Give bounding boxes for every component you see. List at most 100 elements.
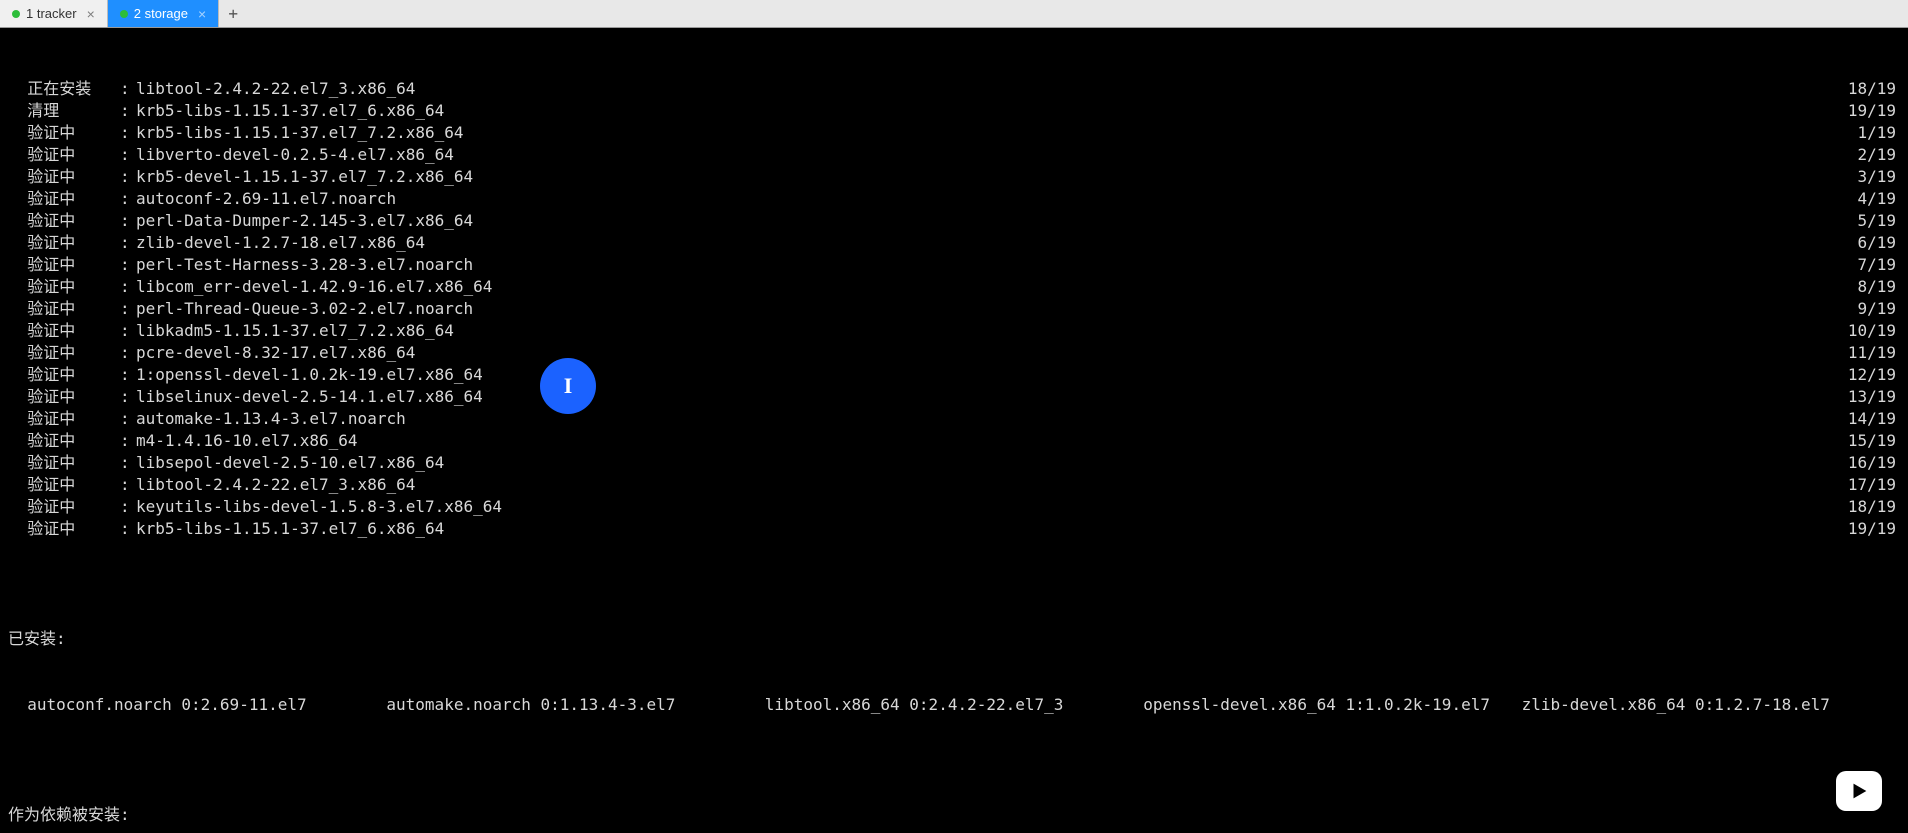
progress-line: 正在安装: libtool-2.4.2-22.el7_3.x86_6418/19 (8, 78, 1900, 100)
section-installed-items: autoconf.noarch 0:2.69-11.el7automake.no… (8, 694, 1900, 716)
progress-package: m4-1.4.16-10.el7.x86_64 (136, 430, 1836, 452)
package-entry: automake.noarch 0:1.13.4-3.el7 (386, 694, 764, 716)
progress-count: 14/19 (1836, 408, 1900, 430)
progress-count: 6/19 (1836, 232, 1900, 254)
progress-package: libtool-2.4.2-22.el7_3.x86_64 (136, 474, 1836, 496)
progress-line: 验证中: libcom_err-devel-1.42.9-16.el7.x86_… (8, 276, 1900, 298)
progress-label: 验证中 (8, 188, 120, 210)
progress-count: 19/19 (1836, 100, 1900, 122)
progress-label: 验证中 (8, 232, 120, 254)
progress-line: 验证中: libkadm5-1.15.1-37.el7_7.2.x86_6410… (8, 320, 1900, 342)
package-entry: libtool.x86_64 0:2.4.2-22.el7_3 (765, 694, 1143, 716)
progress-package: krb5-libs-1.15.1-37.el7_7.2.x86_64 (136, 122, 1836, 144)
progress-package: 1:openssl-devel-1.0.2k-19.el7.x86_64 (136, 364, 1836, 386)
progress-line: 验证中: autoconf-2.69-11.el7.noarch4/19 (8, 188, 1900, 210)
progress-count: 10/19 (1836, 320, 1900, 342)
package-entry: openssl-devel.x86_64 1:1.0.2k-19.el7 (1143, 694, 1521, 716)
progress-line: 验证中: pcre-devel-8.32-17.el7.x86_6411/19 (8, 342, 1900, 364)
progress-package: keyutils-libs-devel-1.5.8-3.el7.x86_64 (136, 496, 1836, 518)
progress-label: 验证中 (8, 496, 120, 518)
progress-package: zlib-devel-1.2.7-18.el7.x86_64 (136, 232, 1836, 254)
progress-package: perl-Test-Harness-3.28-3.el7.noarch (136, 254, 1836, 276)
status-dot-icon (12, 10, 20, 18)
progress-line: 验证中: libselinux-devel-2.5-14.1.el7.x86_6… (8, 386, 1900, 408)
terminal-content[interactable]: 正在安装: libtool-2.4.2-22.el7_3.x86_6418/19… (0, 28, 1908, 833)
progress-package: automake-1.13.4-3.el7.noarch (136, 408, 1836, 430)
progress-count: 18/19 (1836, 496, 1900, 518)
progress-line: 验证中: krb5-devel-1.15.1-37.el7_7.2.x86_64… (8, 166, 1900, 188)
progress-label: 验证中 (8, 276, 120, 298)
progress-label: 验证中 (8, 386, 120, 408)
progress-package: krb5-libs-1.15.1-37.el7_6.x86_64 (136, 100, 1836, 122)
progress-line: 验证中: libtool-2.4.2-22.el7_3.x86_6417/19 (8, 474, 1900, 496)
progress-label: 验证中 (8, 364, 120, 386)
progress-package: libcom_err-devel-1.42.9-16.el7.x86_64 (136, 276, 1836, 298)
progress-line: 验证中: libsepol-devel-2.5-10.el7.x86_6416/… (8, 452, 1900, 474)
progress-label: 正在安装 (8, 78, 120, 100)
progress-line: 验证中: krb5-libs-1.15.1-37.el7_7.2.x86_641… (8, 122, 1900, 144)
close-icon[interactable]: × (87, 6, 95, 22)
close-icon[interactable]: × (198, 6, 206, 22)
progress-count: 16/19 (1836, 452, 1900, 474)
progress-count: 8/19 (1836, 276, 1900, 298)
progress-label: 验证中 (8, 474, 120, 496)
video-play-icon[interactable] (1836, 771, 1882, 811)
progress-line: 验证中: krb5-libs-1.15.1-37.el7_6.x86_6419/… (8, 518, 1900, 540)
progress-line: 清理: krb5-libs-1.15.1-37.el7_6.x86_6419/1… (8, 100, 1900, 122)
progress-count: 5/19 (1836, 210, 1900, 232)
progress-package: pcre-devel-8.32-17.el7.x86_64 (136, 342, 1836, 364)
tab-label: 2 storage (134, 6, 188, 21)
progress-package: libverto-devel-0.2.5-4.el7.x86_64 (136, 144, 1836, 166)
progress-package: perl-Thread-Queue-3.02-2.el7.noarch (136, 298, 1836, 320)
progress-label: 验证中 (8, 144, 120, 166)
progress-label: 验证中 (8, 430, 120, 452)
progress-count: 18/19 (1836, 78, 1900, 100)
progress-label: 验证中 (8, 342, 120, 364)
progress-count: 12/19 (1836, 364, 1900, 386)
progress-line: 验证中: libverto-devel-0.2.5-4.el7.x86_642/… (8, 144, 1900, 166)
progress-line: 验证中: keyutils-libs-devel-1.5.8-3.el7.x86… (8, 496, 1900, 518)
tab-storage[interactable]: 2 storage × (108, 0, 219, 27)
progress-count: 4/19 (1836, 188, 1900, 210)
progress-label: 清理 (8, 100, 120, 122)
package-entry: autoconf.noarch 0:2.69-11.el7 (8, 694, 386, 716)
progress-line: 验证中: perl-Test-Harness-3.28-3.el7.noarch… (8, 254, 1900, 276)
tab-tracker[interactable]: 1 tracker × (0, 0, 108, 27)
progress-package: krb5-libs-1.15.1-37.el7_6.x86_64 (136, 518, 1836, 540)
progress-count: 3/19 (1836, 166, 1900, 188)
progress-package: krb5-devel-1.15.1-37.el7_7.2.x86_64 (136, 166, 1836, 188)
progress-label: 验证中 (8, 166, 120, 188)
tab-label: 1 tracker (26, 6, 77, 21)
status-dot-icon (120, 10, 128, 18)
progress-label: 验证中 (8, 320, 120, 342)
progress-line: 验证中: 1:openssl-devel-1.0.2k-19.el7.x86_6… (8, 364, 1900, 386)
progress-line: 验证中: perl-Data-Dumper-2.145-3.el7.x86_64… (8, 210, 1900, 232)
progress-line: 验证中: perl-Thread-Queue-3.02-2.el7.noarch… (8, 298, 1900, 320)
progress-label: 验证中 (8, 298, 120, 320)
progress-count: 17/19 (1836, 474, 1900, 496)
progress-package: libsepol-devel-2.5-10.el7.x86_64 (136, 452, 1836, 474)
progress-count: 19/19 (1836, 518, 1900, 540)
progress-label: 验证中 (8, 518, 120, 540)
progress-package: perl-Data-Dumper-2.145-3.el7.x86_64 (136, 210, 1836, 232)
progress-count: 7/19 (1836, 254, 1900, 276)
section-dep-installed-title: 作为依赖被安装: (8, 804, 1900, 826)
section-installed-title: 已安装: (8, 628, 1900, 650)
progress-package: libselinux-devel-2.5-14.1.el7.x86_64 (136, 386, 1836, 408)
progress-count: 2/19 (1836, 144, 1900, 166)
progress-count: 11/19 (1836, 342, 1900, 364)
progress-line: 验证中: automake-1.13.4-3.el7.noarch14/19 (8, 408, 1900, 430)
new-tab-button[interactable]: + (219, 0, 247, 27)
progress-label: 验证中 (8, 408, 120, 430)
progress-package: libkadm5-1.15.1-37.el7_7.2.x86_64 (136, 320, 1836, 342)
progress-count: 15/19 (1836, 430, 1900, 452)
progress-package: libtool-2.4.2-22.el7_3.x86_64 (136, 78, 1836, 100)
progress-label: 验证中 (8, 452, 120, 474)
tab-bar: 1 tracker × 2 storage × + (0, 0, 1908, 28)
progress-label: 验证中 (8, 122, 120, 144)
progress-line: 验证中: m4-1.4.16-10.el7.x86_6415/19 (8, 430, 1900, 452)
progress-count: 1/19 (1836, 122, 1900, 144)
progress-label: 验证中 (8, 210, 120, 232)
package-entry: zlib-devel.x86_64 0:1.2.7-18.el7 (1522, 694, 1900, 716)
progress-count: 9/19 (1836, 298, 1900, 320)
